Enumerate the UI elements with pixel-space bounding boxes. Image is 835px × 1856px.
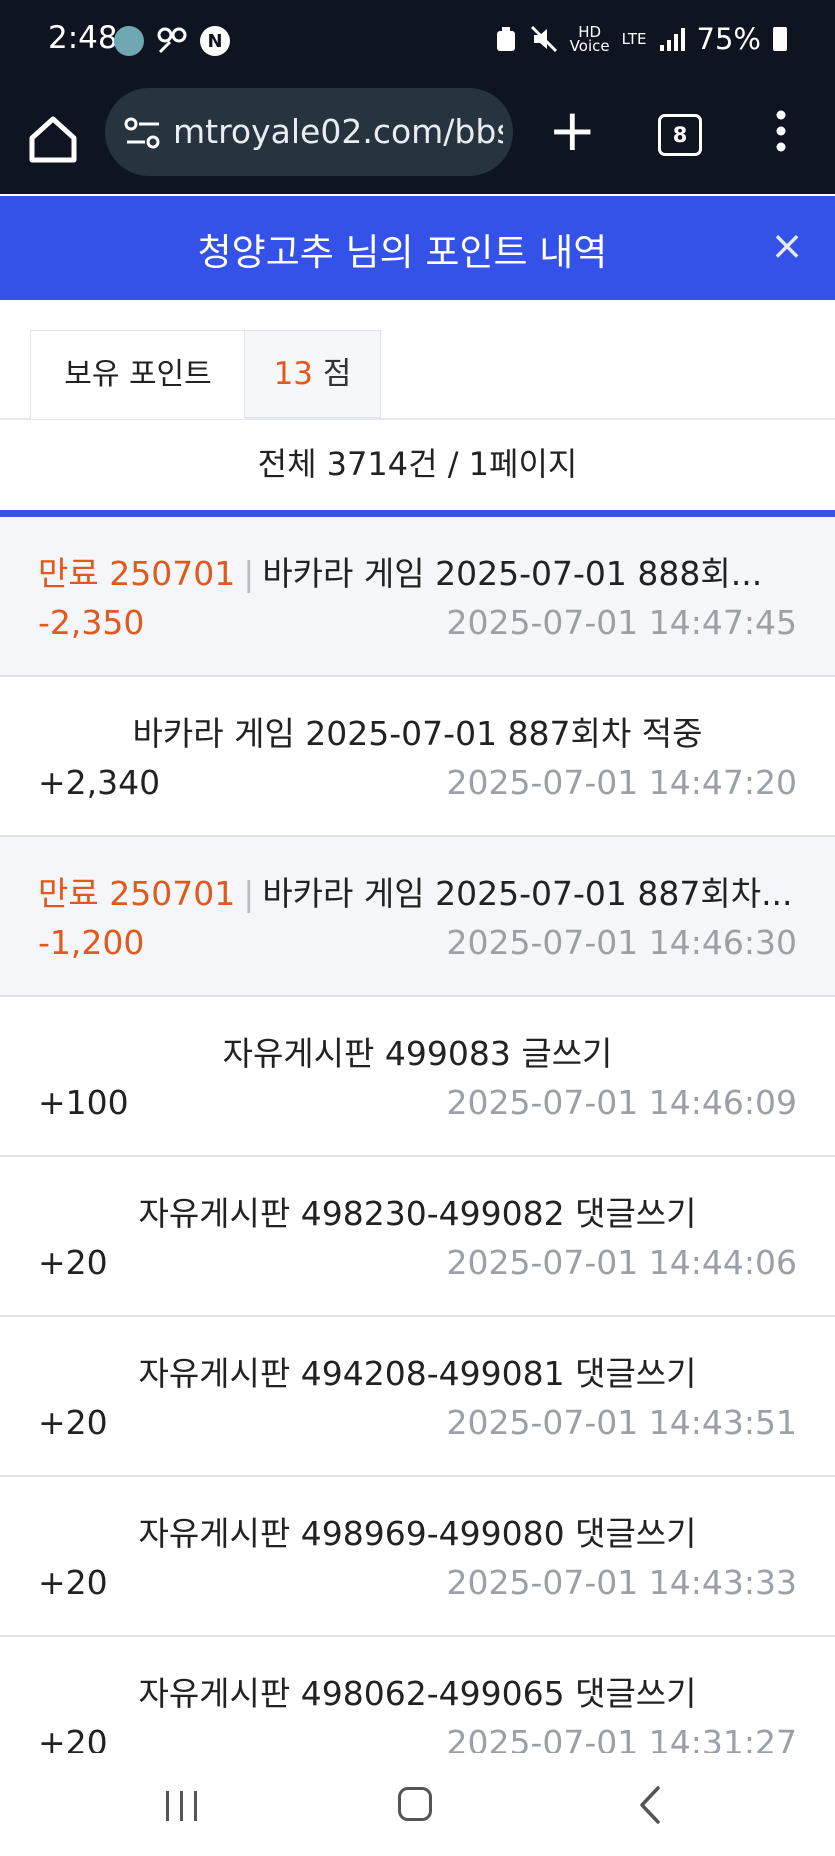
item-amount: +20 <box>38 1243 108 1282</box>
mute-icon <box>530 25 557 53</box>
item-description: 바카라 게임 2025-07-01 887회차 적중 <box>132 714 703 753</box>
list-item[interactable]: 자유게시판 498969-499080 댓글쓰기 +20 2025-07-01 … <box>0 1477 835 1637</box>
more-menu-icon[interactable] <box>766 108 796 154</box>
item-description: 자유게시판 499083 글쓰기 <box>222 1034 613 1073</box>
item-amount: -1,200 <box>38 923 145 962</box>
total-summary: 전체 3714건 / 1페이지 <box>257 445 578 483</box>
item-time: 2025-07-01 14:47:20 <box>446 763 797 802</box>
browser-toolbar: mtroyale02.com/bbs + 8 <box>0 86 835 194</box>
points-number: 13 <box>273 356 314 392</box>
page-title: 청양고추 님의 포인트 내역 <box>197 231 608 274</box>
lte-icon: LTE <box>621 30 647 48</box>
separator: | <box>243 874 255 913</box>
item-text: 바카라 게임 2025-07-01 888회... <box>262 554 763 593</box>
item-text: 바카라 게임 2025-07-01 887회차... <box>262 874 793 913</box>
points-list: 만료 250701 | 바카라 게임 2025-07-01 888회... -2,3… <box>0 517 835 1753</box>
item-description: 자유게시판 498230-499082 댓글쓰기 <box>138 1194 697 1233</box>
item-description: 자유게시판 498062-499065 댓글쓰기 <box>138 1674 697 1713</box>
settings-notification-icon <box>157 27 187 54</box>
item-description: 만료 250701 | 바카라 게임 2025-07-01 887회차... <box>38 867 797 915</box>
item-time: 2025-07-01 14:31:27 <box>446 1723 797 1753</box>
battery-percent: 75% <box>696 22 761 56</box>
item-description: 자유게시판 494208-499081 댓글쓰기 <box>138 1354 697 1393</box>
tab-switcher-button[interactable]: 8 <box>658 114 702 156</box>
list-item[interactable]: 만료 250701 | 바카라 게임 2025-07-01 887회차... -1,… <box>0 837 835 997</box>
points-tabs: 보유 포인트 13 점 <box>0 300 835 420</box>
item-amount: +20 <box>38 1563 108 1602</box>
item-description: 자유게시판 498969-499080 댓글쓰기 <box>138 1514 697 1553</box>
home-button[interactable] <box>24 110 82 168</box>
item-time: 2025-07-01 14:46:09 <box>446 1083 797 1122</box>
status-bar: 2:48 N HD Voice LTE 75% <box>0 0 835 86</box>
system-nav-bar <box>0 1753 835 1856</box>
new-tab-button[interactable]: + <box>548 101 597 159</box>
status-time: 2:48 <box>48 20 118 56</box>
list-item[interactable]: 자유게시판 494208-499081 댓글쓰기 +20 2025-07-01 … <box>0 1317 835 1477</box>
notification-icons: N <box>114 26 230 56</box>
battery-icon <box>773 27 787 51</box>
tab-owned-points[interactable]: 보유 포인트 <box>30 330 246 419</box>
list-item[interactable]: 자유게시판 499083 글쓰기 +100 2025-07-01 14:46:0… <box>0 997 835 1157</box>
divider <box>0 510 835 517</box>
points-value: 13 점 <box>244 330 381 418</box>
expiry-tag: 만료 250701 <box>38 874 236 913</box>
address-bar[interactable]: mtroyale02.com/bbs <box>105 88 513 176</box>
close-button[interactable]: × <box>767 226 807 266</box>
points-unit: 점 <box>322 356 352 392</box>
recent-apps-button[interactable] <box>164 1789 200 1823</box>
item-amount: +20 <box>38 1723 108 1753</box>
item-amount: +20 <box>38 1403 108 1442</box>
item-description: 만료 250701 | 바카라 게임 2025-07-01 888회... <box>38 547 797 595</box>
item-amount: +100 <box>38 1083 129 1122</box>
site-settings-icon[interactable] <box>123 116 163 150</box>
item-time: 2025-07-01 14:46:30 <box>446 923 797 962</box>
item-time: 2025-07-01 14:43:33 <box>446 1563 797 1602</box>
item-time: 2025-07-01 14:44:06 <box>446 1243 797 1282</box>
item-time: 2025-07-01 14:47:45 <box>446 603 797 642</box>
item-amount: +2,340 <box>38 763 161 802</box>
signal-icon <box>659 28 685 51</box>
app-notification-icon <box>114 26 144 56</box>
list-item[interactable]: 자유게시판 498230-499082 댓글쓰기 +20 2025-07-01 … <box>0 1157 835 1317</box>
recycle-icon <box>496 27 515 51</box>
expiry-tag: 만료 250701 <box>38 554 236 593</box>
n-app-icon: N <box>200 26 230 56</box>
item-time: 2025-07-01 14:43:51 <box>446 1403 797 1442</box>
points-history-header: 청양고추 님의 포인트 내역 × <box>0 196 835 300</box>
status-right: HD Voice LTE 75% <box>494 22 787 56</box>
url-text[interactable]: mtroyale02.com/bbs <box>173 112 503 151</box>
home-nav-button[interactable] <box>398 1787 432 1821</box>
list-item[interactable]: 자유게시판 498062-499065 댓글쓰기 +20 2025-07-01 … <box>0 1637 835 1753</box>
separator: | <box>243 554 255 593</box>
back-button[interactable] <box>636 1785 664 1825</box>
list-item[interactable]: 만료 250701 | 바카라 게임 2025-07-01 888회... -2,3… <box>0 517 835 677</box>
list-item[interactable]: 바카라 게임 2025-07-01 887회차 적중 +2,340 2025-0… <box>0 677 835 837</box>
hd-voice-icon: HD Voice <box>569 23 610 55</box>
item-amount: -2,350 <box>38 603 145 642</box>
